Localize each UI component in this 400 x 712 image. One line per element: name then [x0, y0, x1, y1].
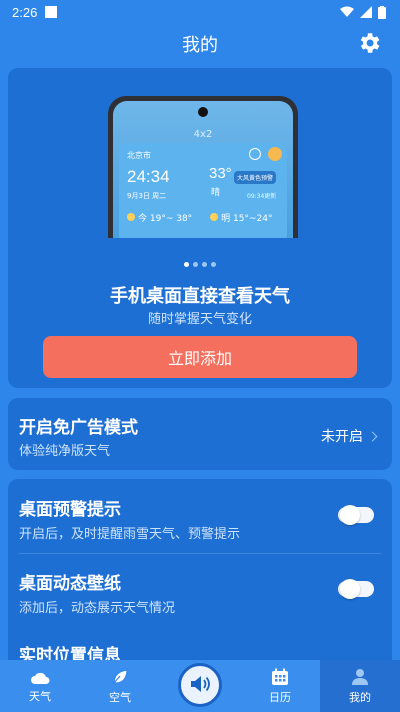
- wifi-icon: [340, 6, 354, 17]
- setting-title: 桌面预警提示: [19, 500, 121, 520]
- widget-alert: 大风黄色预警: [234, 171, 277, 184]
- cloud-icon: [31, 672, 50, 684]
- forecast-today: 今 19°~ 38°: [127, 211, 192, 224]
- page-title: 我的: [182, 35, 218, 56]
- nav-air-label: 空气: [109, 690, 131, 704]
- widget-condition: 晴: [211, 188, 221, 198]
- adfree-subtitle: 体验纯净版天气: [19, 444, 111, 459]
- widget-promo-card: 4x2 北京市 24:34 33° 晴 9月3日 周二 大风黄色预警 09:34…: [8, 68, 392, 388]
- setting-desktop-alert: 桌面预警提示 开启后，及时提醒雨雪天气、预警提示: [8, 479, 392, 551]
- sun-icon: [127, 213, 135, 221]
- widget-time: 24:34: [127, 167, 170, 186]
- phone-preview: 4x2 北京市 24:34 33° 晴 9月3日 周二 大风黄色预警 09:34…: [108, 96, 298, 238]
- adfree-status: 未开启: [321, 426, 378, 446]
- camera-dot: [198, 107, 208, 117]
- signal-icon: [360, 6, 372, 18]
- nav-calendar-label: 日历: [269, 690, 291, 704]
- user-icon: [352, 668, 368, 685]
- widget-badge-icon: [268, 147, 282, 161]
- nav-weather-label: 天气: [29, 689, 51, 703]
- nav-calendar[interactable]: 日历: [240, 660, 320, 712]
- status-icons: [340, 5, 386, 19]
- calendar-icon: [272, 668, 288, 685]
- setting-dynamic-wallpaper: 桌面动态壁纸 添加后，动态展示天气情况: [8, 553, 392, 625]
- gear-icon[interactable]: [356, 30, 382, 56]
- forecast-tomorrow-text: 明 15°~24°: [221, 214, 273, 224]
- adfree-card[interactable]: 开启免广告模式 体验纯净版天气 未开启: [8, 398, 392, 470]
- settings-card: 桌面预警提示 开启后，及时提醒雨雪天气、预警提示 桌面动态壁纸 添加后，动态展示…: [8, 479, 392, 679]
- widget-forecast: 今 19°~ 38° 明 15°~24°: [127, 211, 272, 224]
- battery-icon: [378, 5, 386, 19]
- status-time: 2:26: [12, 4, 38, 20]
- bottom-nav: 天气 空气 日历 我的: [0, 660, 400, 712]
- nav-air[interactable]: 空气: [80, 660, 160, 712]
- refresh-icon: [249, 148, 261, 160]
- setting-subtitle: 开启后，及时提醒雨雪天气、预警提示: [19, 527, 241, 542]
- widget-update: 09:34更新: [247, 193, 277, 200]
- carousel-dot: [211, 262, 216, 267]
- widget-city: 北京市: [127, 151, 151, 160]
- nav-voice[interactable]: [160, 660, 240, 712]
- forecast-today-text: 今 19°~ 38°: [138, 214, 193, 224]
- speaker-icon: [191, 675, 210, 692]
- chevron-right-icon: [367, 431, 378, 441]
- widget-size-label: 4x2: [193, 129, 213, 140]
- status-bar: 2:26: [0, 0, 400, 24]
- nav-mine-label: 我的: [349, 690, 371, 704]
- toggle-knob: [340, 579, 360, 599]
- promo-title: 手机桌面直接查看天气: [110, 286, 290, 307]
- carousel-dot: [202, 262, 207, 267]
- phone-screen: 4x2 北京市 24:34 33° 晴 9月3日 周二 大风黄色预警 09:34…: [113, 101, 293, 238]
- forecast-tomorrow: 明 15°~24°: [210, 211, 272, 224]
- promo-subtitle: 随时掌握天气变化: [147, 312, 252, 327]
- setting-subtitle: 添加后，动态展示天气情况: [19, 601, 176, 616]
- carousel-indicator: [8, 262, 392, 267]
- add-widget-button[interactable]: 立即添加: [43, 336, 357, 378]
- widget-temp: 33°: [209, 165, 232, 182]
- desktop-alert-toggle[interactable]: [338, 505, 374, 525]
- notification-icon: [45, 6, 58, 18]
- nav-mine[interactable]: 我的: [320, 660, 400, 712]
- header: 我的: [0, 24, 400, 64]
- leaf-icon: [113, 668, 128, 684]
- setting-title: 桌面动态壁纸: [19, 574, 121, 594]
- nav-weather[interactable]: 天气: [0, 660, 80, 712]
- toggle-knob: [340, 505, 360, 525]
- adfree-status-text: 未开启: [321, 429, 363, 445]
- carousel-dot: [184, 262, 189, 267]
- carousel-dot: [193, 262, 198, 267]
- dynamic-wallpaper-toggle[interactable]: [338, 579, 374, 599]
- voice-broadcast-button[interactable]: [178, 663, 222, 707]
- sun-icon: [210, 213, 219, 221]
- widget-date: 9月3日 周二: [127, 192, 167, 200]
- weather-widget-preview: 北京市 24:34 33° 晴 9月3日 周二 大风黄色预警 09:34更新 今…: [119, 143, 287, 238]
- adfree-title: 开启免广告模式: [19, 418, 138, 438]
